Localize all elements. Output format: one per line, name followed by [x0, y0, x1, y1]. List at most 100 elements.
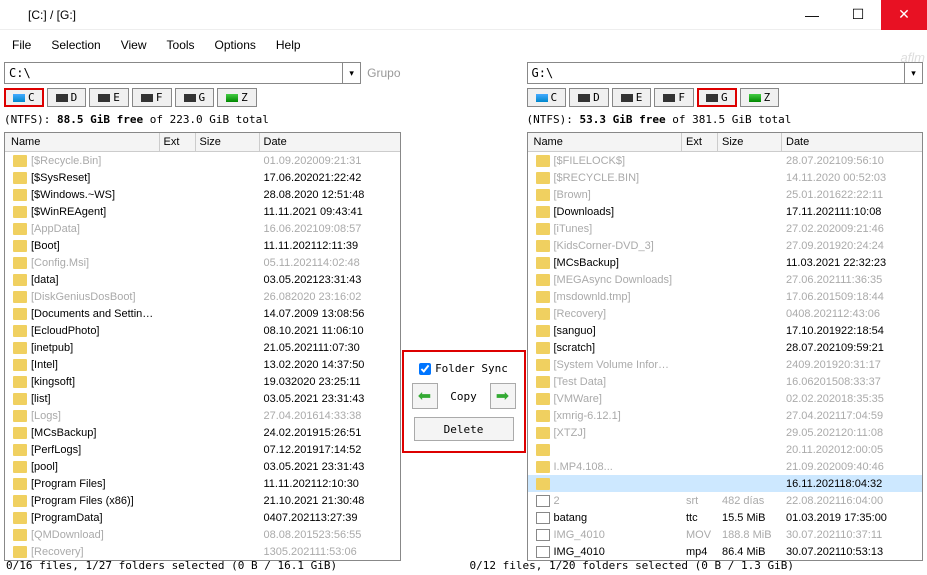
- copy-right-button[interactable]: ➡: [490, 383, 516, 409]
- file-row[interactable]: [data]03.05.202123:31:43: [5, 271, 400, 288]
- file-date: 08.10.2021 11:06:10: [260, 325, 400, 337]
- file-row[interactable]: [MEGAsync Downloads]27.06.202111:36:35: [528, 271, 923, 288]
- folder-icon: [536, 325, 550, 337]
- delete-button[interactable]: Delete: [414, 417, 514, 441]
- file-date: 13.02.2020 14:37:50: [260, 359, 400, 371]
- file-row[interactable]: [Intel]13.02.2020 14:37:50: [5, 356, 400, 373]
- file-row[interactable]: [$SysReset]17.06.202021:22:42: [5, 169, 400, 186]
- file-row[interactable]: [$FILELOCK$]28.07.202109:56:10: [528, 152, 923, 169]
- file-name: [AppData]: [31, 223, 160, 235]
- file-row[interactable]: [list]03.05.2021 23:31:43: [5, 390, 400, 407]
- col-ext[interactable]: Ext: [160, 133, 196, 151]
- drive-icon: [621, 94, 633, 102]
- file-row[interactable]: 20.11.202012:00:05: [528, 441, 923, 458]
- file-row[interactable]: [Brown]25.01.201622:22:11: [528, 186, 923, 203]
- col-name[interactable]: Name: [528, 133, 683, 151]
- left-path-input[interactable]: [4, 62, 343, 84]
- file-name: [DiskGeniusDosBoot]: [31, 291, 160, 303]
- titlebar: [C:] / [G:] — ☐ ✕: [0, 0, 927, 30]
- folder-sync-checkbox[interactable]: [419, 363, 431, 375]
- file-row[interactable]: 2srt482 días22.08.202116:04:00: [528, 492, 923, 509]
- file-row[interactable]: [MCsBackup]24.02.201915:26:51: [5, 424, 400, 441]
- minimize-button[interactable]: —: [789, 0, 835, 30]
- copy-left-button[interactable]: ⬅: [412, 383, 438, 409]
- file-row[interactable]: [inetpub]21.05.202111:07:30: [5, 339, 400, 356]
- right-path-input[interactable]: [527, 62, 906, 84]
- file-row[interactable]: [$Recycle.Bin]01.09.202009:21:31: [5, 152, 400, 169]
- menu-file[interactable]: File: [2, 34, 41, 56]
- file-row[interactable]: [MCsBackup]11.03.2021 22:32:23: [528, 254, 923, 271]
- file-row[interactable]: [scratch]28.07.202109:59:21: [528, 339, 923, 356]
- file-row[interactable]: [QMDownload]08.08.201523:56:55: [5, 526, 400, 543]
- col-size[interactable]: Size: [196, 133, 260, 151]
- file-row[interactable]: [PerfLogs]07.12.201917:14:52: [5, 441, 400, 458]
- close-button[interactable]: ✕: [881, 0, 927, 30]
- file-row[interactable]: [Test Data]16.06201508:33:37: [528, 373, 923, 390]
- col-date[interactable]: Date: [782, 133, 922, 151]
- file-row[interactable]: [System Volume Informati...2409.201920:3…: [528, 356, 923, 373]
- file-row[interactable]: [ProgramData]0407.202113:27:39: [5, 509, 400, 526]
- file-row[interactable]: [iTunes]27.02.202009:21:46: [528, 220, 923, 237]
- left-path-dropdown[interactable]: ▾: [343, 62, 361, 84]
- file-date: 29.05.202120:11:08: [782, 427, 922, 439]
- menu-selection[interactable]: Selection: [41, 34, 110, 56]
- file-row[interactable]: [EcloudPhoto]08.10.2021 11:06:10: [5, 322, 400, 339]
- file-row[interactable]: [sanguo]17.10.201922:18:54: [528, 322, 923, 339]
- file-date: 03.05.202123:31:43: [260, 274, 400, 286]
- left-drive-f[interactable]: F: [132, 88, 172, 107]
- file-row[interactable]: [Downloads]17.11.202111:10:08: [528, 203, 923, 220]
- file-row[interactable]: [Documents and Settings]14.07.2009 13:08…: [5, 305, 400, 322]
- menu-view[interactable]: View: [111, 34, 157, 56]
- left-drive-c[interactable]: C: [4, 88, 44, 107]
- folder-icon: [536, 461, 550, 473]
- file-icon: [536, 529, 550, 541]
- col-ext[interactable]: Ext: [682, 133, 718, 151]
- right-drive-f[interactable]: F: [654, 88, 694, 107]
- file-row[interactable]: [kingsoft]19.032020 23:25:11: [5, 373, 400, 390]
- menu-tools[interactable]: Tools: [157, 34, 205, 56]
- file-row[interactable]: [VMWare]02.02.202018:35:35: [528, 390, 923, 407]
- col-size[interactable]: Size: [718, 133, 782, 151]
- file-row[interactable]: [Program Files (x86)]21.10.2021 21:30:48: [5, 492, 400, 509]
- file-row[interactable]: I.MP4.108...21.09.202009:40:46: [528, 458, 923, 475]
- menu-help[interactable]: Help: [266, 34, 311, 56]
- right-drive-e[interactable]: E: [612, 88, 652, 107]
- col-date[interactable]: Date: [260, 133, 400, 151]
- left-drive-d[interactable]: D: [47, 88, 87, 107]
- file-row[interactable]: [XTZJ]29.05.202120:11:08: [528, 424, 923, 441]
- file-row[interactable]: [msdownld.tmp]17.06.201509:18:44: [528, 288, 923, 305]
- drive-icon: [749, 94, 761, 102]
- file-row[interactable]: 16.11.202118:04:32: [528, 475, 923, 492]
- right-drive-d[interactable]: D: [569, 88, 609, 107]
- left-drive-g[interactable]: G: [175, 88, 215, 107]
- left-drive-e[interactable]: E: [89, 88, 129, 107]
- file-row[interactable]: [Boot]11.11.202112:11:39: [5, 237, 400, 254]
- file-row[interactable]: [Config.Msi]05.11.202114:02:48: [5, 254, 400, 271]
- drive-icon: [706, 94, 718, 102]
- file-row[interactable]: IMG_4010MOV188.8 MiB30.07.202110:37:11: [528, 526, 923, 543]
- file-row[interactable]: [DiskGeniusDosBoot]26.082020 23:16:02: [5, 288, 400, 305]
- file-row[interactable]: [KidsCorner-DVD_3]27.09.201920:24:24: [528, 237, 923, 254]
- right-path-dropdown[interactable]: ▾: [905, 62, 923, 84]
- right-drive-z[interactable]: Z: [740, 88, 780, 107]
- file-row[interactable]: [Logs]27.04.201614:33:38: [5, 407, 400, 424]
- folder-icon: [536, 274, 550, 286]
- menu-options[interactable]: Options: [205, 34, 266, 56]
- file-row[interactable]: [pool]03.05.2021 23:31:43: [5, 458, 400, 475]
- file-date: 11.03.2021 22:32:23: [782, 257, 922, 269]
- folder-icon: [13, 206, 27, 218]
- file-row[interactable]: batangttc15.5 MiB01.03.2019 17:35:00: [528, 509, 923, 526]
- file-row[interactable]: [$WinREAgent]11.11.2021 09:43:41: [5, 203, 400, 220]
- file-row[interactable]: [Recovery]0408.202112:43:06: [528, 305, 923, 322]
- file-row[interactable]: [xmrig-6.12.1]27.04.202117:04:59: [528, 407, 923, 424]
- right-drive-c[interactable]: C: [527, 88, 567, 107]
- file-row[interactable]: [$Windows.~WS]28.08.2020 12:51:48: [5, 186, 400, 203]
- col-name[interactable]: Name: [5, 133, 160, 151]
- maximize-button[interactable]: ☐: [835, 0, 881, 30]
- file-row[interactable]: [$RECYCLE.BIN]14.11.2020 00:52:03: [528, 169, 923, 186]
- file-row[interactable]: [AppData] 16.06.202109:08:57: [5, 220, 400, 237]
- file-date: 16.06.202109:08:57: [260, 223, 400, 235]
- left-drive-z[interactable]: Z: [217, 88, 257, 107]
- right-drive-g[interactable]: G: [697, 88, 737, 107]
- file-row[interactable]: [Program Files]11.11.202112:10:30: [5, 475, 400, 492]
